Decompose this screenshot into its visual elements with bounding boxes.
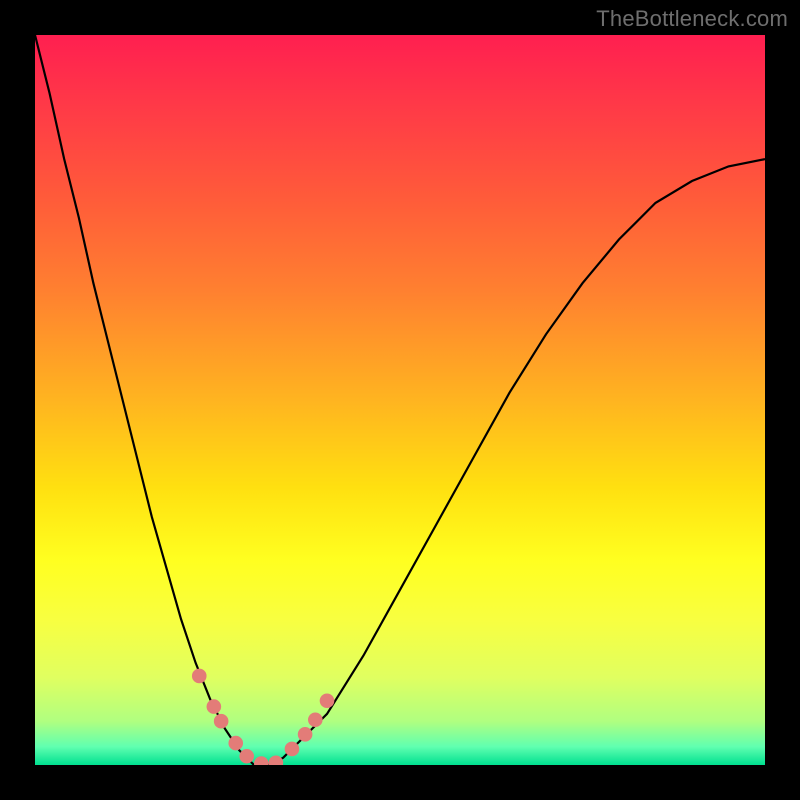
curve-markers (192, 669, 334, 765)
curve-marker (298, 727, 313, 742)
curve-marker (207, 699, 222, 714)
curve-marker (239, 749, 254, 764)
plot-area (35, 35, 765, 765)
curve-marker (308, 712, 323, 727)
curve-marker (228, 736, 243, 751)
curve-marker (214, 714, 229, 729)
chart-frame: TheBottleneck.com (0, 0, 800, 800)
curve-marker (285, 742, 300, 757)
curve-marker (192, 669, 207, 684)
curve-marker (320, 693, 335, 708)
attribution-text: TheBottleneck.com (596, 6, 788, 32)
curve-marker (254, 756, 269, 765)
curve-layer (35, 35, 765, 765)
curve-marker (269, 756, 284, 765)
bottleneck-curve (35, 35, 765, 765)
